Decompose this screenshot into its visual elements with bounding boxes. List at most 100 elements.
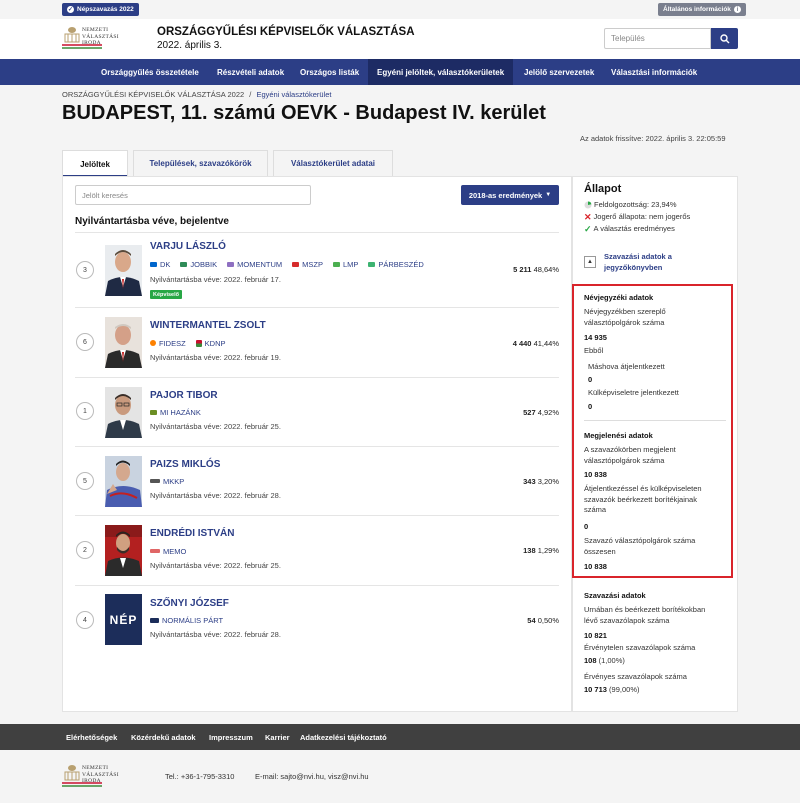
footer-link-public-data[interactable]: Közérdekű adatok xyxy=(131,724,196,750)
party-jobbik[interactable]: JOBBIK xyxy=(180,260,217,269)
party-logo-image: NÉP xyxy=(105,594,142,645)
vote-result: 5 211 48,64% xyxy=(513,265,559,274)
abroad-label: Külképviseletre jelentkezett xyxy=(588,388,679,397)
candidate-name[interactable]: PAIZS MIKLÓS xyxy=(150,459,220,470)
footer-phone[interactable]: Tel.: +36-1-795-3310 xyxy=(165,772,234,781)
party-list: DK JOBBIK MOMENTUM MSZP LMP PÁRBESZÉD xyxy=(150,259,424,269)
footer-link-imprint[interactable]: Impresszum xyxy=(209,724,253,750)
invalid-value: 108 (1,00%) xyxy=(584,656,625,665)
candidate-name[interactable]: WINTERMANTEL ZSOLT xyxy=(150,320,266,331)
voters-total-value: 10 838 xyxy=(584,562,607,571)
candidate-name[interactable]: ENDRÉDI ISTVÁN xyxy=(150,528,234,539)
footer-bar xyxy=(0,724,800,750)
vote-result: 343 3,20% xyxy=(523,477,559,486)
footer-link-career[interactable]: Karrier xyxy=(265,724,290,750)
party-mkkp[interactable]: MKKP xyxy=(150,477,184,486)
collapse-toggle-icon[interactable]: ▲ xyxy=(584,256,596,268)
breadcrumb-current[interactable]: Egyéni választókerület xyxy=(256,90,331,99)
invalid-label: Érvénytelen szavazólapok száma xyxy=(584,643,696,652)
site-title: ORSZÁGGYŰLÉSI KÉPVISELŐK VÁLASZTÁSA xyxy=(157,26,415,38)
referendum-button[interactable]: ✓ Népszavazás 2022 xyxy=(62,3,139,16)
voters-total-label: Szavazó választópolgárok száma összesen xyxy=(584,536,696,556)
normalis-part-logo-icon xyxy=(150,617,159,623)
valid-value: 10 713 (99,00%) xyxy=(584,685,640,694)
nav-turnout[interactable]: Részvételi adatok xyxy=(217,59,284,85)
footer-link-contacts[interactable]: Elérhetőségek xyxy=(66,724,117,750)
nav-parliament-composition[interactable]: Országgyűlés összetétele xyxy=(101,59,199,85)
nav-nominating-orgs[interactable]: Jelölő szervezetek xyxy=(524,59,594,85)
memo-logo-icon xyxy=(150,549,160,553)
kdnp-logo-icon xyxy=(195,339,202,347)
election-date: 2022. április 3. xyxy=(157,40,223,51)
fidesz-logo-icon xyxy=(150,340,156,346)
candidate-photo xyxy=(105,456,142,507)
party-list: MKKP xyxy=(150,476,184,486)
ballots-label: Urnában és beérkezett borítékokban lévő s… xyxy=(584,605,706,625)
logo-text: NEMZETI VÁLASZTÁSI IRODA xyxy=(82,27,119,46)
status-title: Állapot xyxy=(584,183,622,195)
breadcrumb-root[interactable]: ORSZÁGGYŰLÉSI KÉPVISELŐK VÁLASZTÁSA 2022 xyxy=(62,90,244,99)
vote-result: 138 1,29% xyxy=(523,546,559,555)
breadcrumb: ORSZÁGGYŰLÉSI KÉPVISELŐK VÁLASZTÁSA 2022… xyxy=(62,90,332,99)
ballots-value: 10 821 xyxy=(584,631,607,640)
mkkp-logo-icon xyxy=(150,479,160,483)
refresh-timestamp: Az adatok frissítve: 2022. április 3. 22… xyxy=(580,134,726,143)
search-icon xyxy=(719,33,729,43)
tab-candidates[interactable]: Jelöltek xyxy=(62,150,128,177)
candidate-search-input[interactable]: Jelölt keresés xyxy=(75,185,311,205)
lmp-logo-icon xyxy=(332,261,340,267)
nav-national-lists[interactable]: Országos listák xyxy=(300,59,359,85)
search-button[interactable] xyxy=(711,28,738,49)
abroad-value: 0 xyxy=(588,402,593,411)
page-title: BUDAPEST, 11. számú OEVK - Budapest IV. … xyxy=(62,102,546,124)
party-momentum[interactable]: MOMENTUM xyxy=(227,260,282,269)
ballot-number: 6 xyxy=(76,333,94,351)
vote-result: 4 440 41,44% xyxy=(512,339,559,348)
candidate-photo xyxy=(105,387,142,438)
dk-logo-icon xyxy=(150,261,157,267)
minutes-data-link[interactable]: Szavazási adatok a jegyzőkönyvben xyxy=(604,251,672,273)
party-normalis-part[interactable]: NORMÁLIS PÁRT xyxy=(150,616,223,625)
mi-hazank-logo-icon xyxy=(150,409,157,415)
party-list: NORMÁLIS PÁRT xyxy=(150,615,223,625)
candidate-photo xyxy=(105,317,142,368)
party-kdnp[interactable]: KDNP xyxy=(195,339,226,348)
ballot-number: 3 xyxy=(76,261,94,279)
nep-logo-text: NÉP xyxy=(109,612,138,627)
register-count: 14 935 xyxy=(584,333,607,342)
transferred-value: 0 xyxy=(588,375,593,384)
footer-email[interactable]: E-mail: sajto@nvi.hu, visz@nvi.hu xyxy=(255,772,369,781)
tab-settlements[interactable]: Települések, szavazókörök xyxy=(133,150,268,176)
results-2018-dropdown[interactable]: 2018-as eredmények ▼ xyxy=(461,185,559,205)
settlement-search-input[interactable]: Település xyxy=(604,28,711,49)
candidate-photo xyxy=(105,525,142,576)
party-dk[interactable]: DK xyxy=(150,260,170,269)
results-status: ✓ A választás eredményes xyxy=(584,224,675,234)
tab-district-data[interactable]: Választókerület adatai xyxy=(273,150,393,176)
divider xyxy=(584,420,726,421)
party-mszp[interactable]: MSZP xyxy=(292,260,323,269)
appeared-label: A szavazókörben megjelent választópolgáro… xyxy=(584,445,676,465)
party-lmp[interactable]: LMP xyxy=(332,260,358,269)
mszp-logo-icon xyxy=(292,261,300,267)
nav-election-info[interactable]: Választási információk xyxy=(611,59,697,85)
registration-date: Nyilvántartásba véve: 2022. február 25. xyxy=(150,561,281,570)
section-title: Nyilvántartásba véve, bejelentve xyxy=(75,216,229,227)
candidate-name[interactable]: PAJOR TIBOR xyxy=(150,390,218,401)
general-info-button[interactable]: Általános információk i xyxy=(658,3,746,16)
candidate-name[interactable]: VARJU LÁSZLÓ xyxy=(150,241,226,252)
registration-date: Nyilvántartásba véve: 2022. február 28. xyxy=(150,630,281,639)
party-mi-hazank[interactable]: MI HAZÁNK xyxy=(150,408,201,417)
nav-individual-candidates[interactable]: Egyéni jelöltek, választókerületek xyxy=(368,59,514,85)
info-icon: i xyxy=(733,6,741,13)
party-fidesz[interactable]: FIDESZ xyxy=(150,339,186,348)
candidate-name[interactable]: SZŐNYI JÓZSEF xyxy=(150,598,229,609)
registration-date: Nyilvántartásba véve: 2022. február 19. xyxy=(150,353,281,362)
ballot-number: 5 xyxy=(76,472,94,490)
party-list: FIDESZ KDNP xyxy=(150,338,226,348)
appeared-value: 10 838 xyxy=(584,470,607,479)
party-parbeszed[interactable]: PÁRBESZÉD xyxy=(368,260,424,269)
registration-date: Nyilvántartásba véve: 2022. február 25. xyxy=(150,422,281,431)
footer-link-privacy[interactable]: Adatkezelési tájékoztató xyxy=(300,724,387,750)
party-memo[interactable]: MEMO xyxy=(150,547,186,556)
